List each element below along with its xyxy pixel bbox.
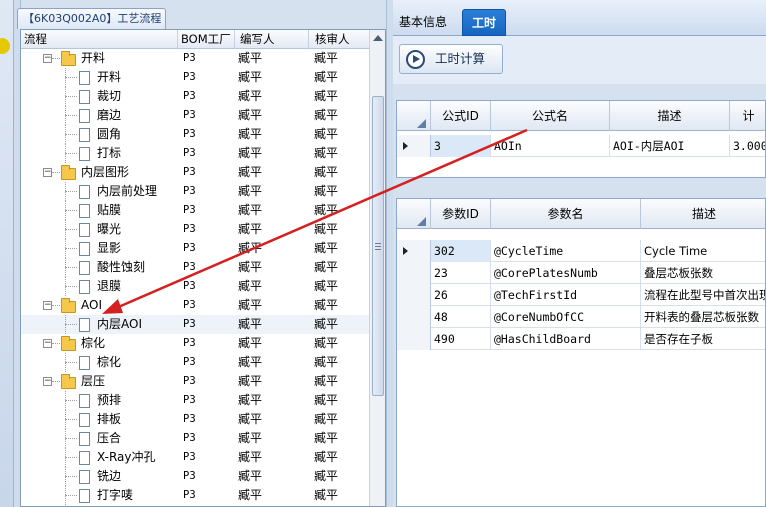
annotation-arrow — [102, 128, 528, 314]
annotation-arrow-line — [115, 128, 528, 310]
annotation-arrow-head — [102, 299, 123, 314]
